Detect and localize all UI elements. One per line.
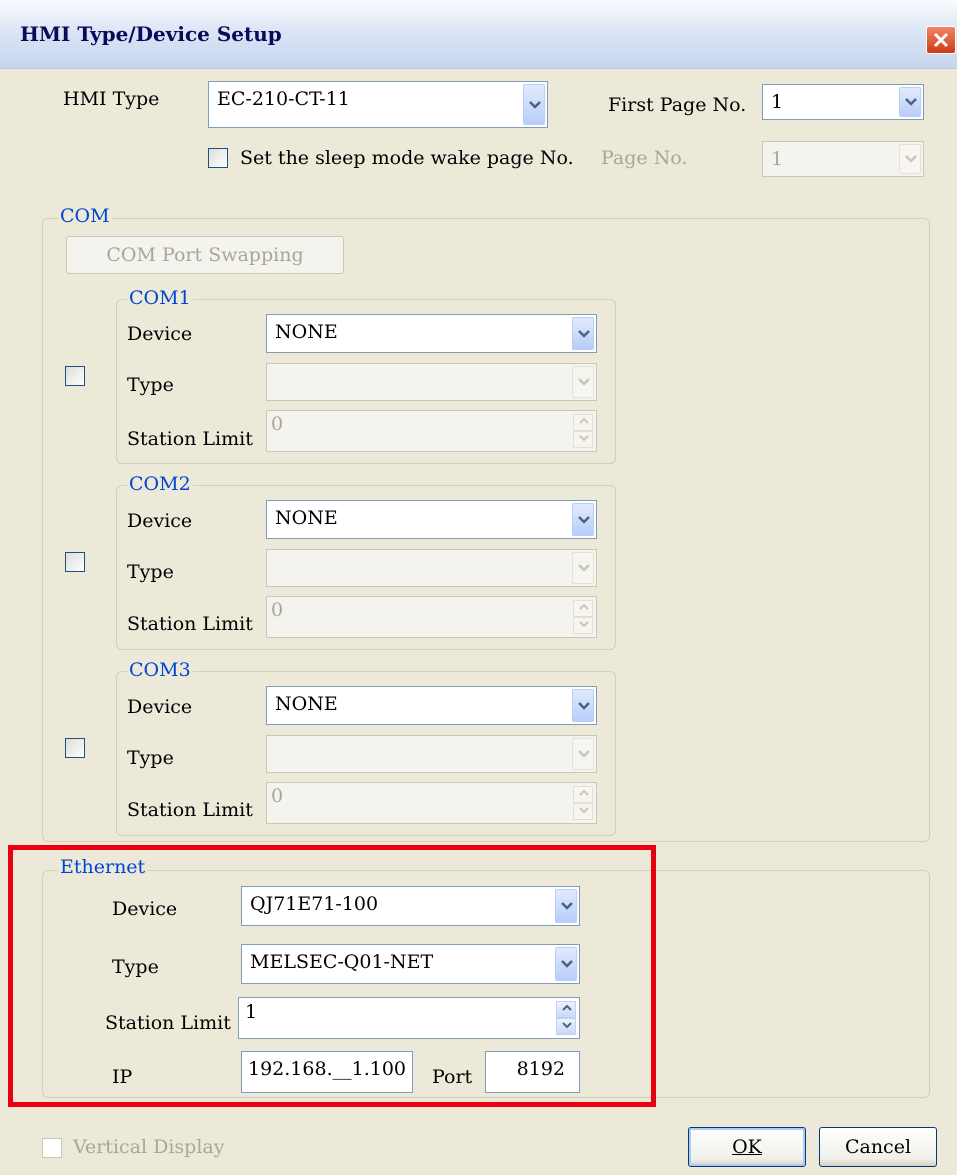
sleep-mode-checkbox[interactable] (208, 148, 228, 168)
vertical-display-checkbox[interactable] (42, 1138, 62, 1158)
spin-up-icon (573, 600, 593, 617)
chevron-down-icon (572, 738, 594, 770)
chevron-down-icon[interactable] (572, 503, 594, 536)
com3-device-select[interactable]: NONE (266, 686, 597, 725)
spin-up-icon (573, 414, 593, 431)
com-group-label: COM (58, 205, 112, 227)
hmi-type-select[interactable]: EC-210-CT-11 (208, 81, 548, 128)
com2-label: COM2 (127, 473, 193, 495)
hmi-type-label: HMI Type (63, 88, 160, 110)
com1-station-limit-spinner: 0 (266, 410, 597, 452)
com1-device-select[interactable]: NONE (266, 314, 597, 353)
com3-type-label: Type (127, 747, 174, 769)
com1-enable-checkbox[interactable] (65, 366, 85, 386)
spin-down-icon (573, 431, 593, 448)
com2-station-limit-spinner: 0 (266, 596, 597, 638)
hmi-type-value: EC-210-CT-11 (217, 88, 350, 110)
first-page-value: 1 (771, 91, 784, 113)
com3-station-limit-spinner: 0 (266, 782, 597, 824)
sleep-mode-label: Set the sleep mode wake page No. (240, 147, 574, 169)
first-page-select[interactable]: 1 (762, 84, 924, 120)
com3-station-limit-value: 0 (271, 785, 284, 807)
spin-down-icon (573, 803, 593, 820)
com3-device-value: NONE (275, 693, 338, 715)
close-icon (933, 32, 949, 48)
com3-device-label: Device (127, 696, 193, 718)
com1-type-select (266, 363, 597, 401)
com2-device-value: NONE (275, 507, 338, 529)
chevron-down-icon[interactable] (523, 84, 545, 125)
first-page-label: First Page No. (608, 94, 747, 116)
vertical-display-label: Vertical Display (73, 1136, 225, 1158)
com1-device-label: Device (127, 323, 193, 345)
spin-down-icon (573, 617, 593, 634)
ok-button[interactable]: OK (688, 1127, 806, 1167)
window-title: HMI Type/Device Setup (20, 22, 282, 46)
close-button[interactable] (926, 26, 956, 54)
chevron-down-icon (899, 144, 921, 174)
com1-device-value: NONE (275, 321, 338, 343)
com3-label: COM3 (127, 659, 193, 681)
com1-station-limit-label: Station Limit (127, 428, 253, 450)
com2-device-select[interactable]: NONE (266, 500, 597, 539)
cancel-button[interactable]: Cancel (819, 1127, 937, 1167)
chevron-down-icon[interactable] (572, 689, 594, 722)
com3-enable-checkbox[interactable] (65, 738, 85, 758)
chevron-down-icon[interactable] (572, 317, 594, 350)
com3-station-limit-label: Station Limit (127, 799, 253, 821)
com2-station-limit-label: Station Limit (127, 613, 253, 635)
page-no-select: 1 (762, 141, 924, 177)
page-no-label: Page No. (601, 147, 688, 169)
com-port-swapping-button[interactable]: COM Port Swapping (66, 236, 344, 274)
chevron-down-icon[interactable] (899, 87, 921, 117)
cancel-label: Cancel (844, 1136, 912, 1158)
com1-type-label: Type (127, 374, 174, 396)
com1-station-limit-value: 0 (271, 413, 284, 435)
highlight-box (8, 845, 656, 1107)
com2-station-limit-value: 0 (271, 599, 284, 621)
chevron-down-icon (572, 552, 594, 584)
com2-enable-checkbox[interactable] (65, 552, 85, 572)
com1-label: COM1 (127, 287, 193, 309)
com2-type-label: Type (127, 561, 174, 583)
com2-type-select (266, 549, 597, 587)
ok-label: OK (732, 1136, 762, 1158)
page-no-value: 1 (771, 148, 784, 170)
com2-device-label: Device (127, 510, 193, 532)
com3-type-select (266, 735, 597, 773)
spin-up-icon (573, 786, 593, 803)
chevron-down-icon (572, 366, 594, 398)
